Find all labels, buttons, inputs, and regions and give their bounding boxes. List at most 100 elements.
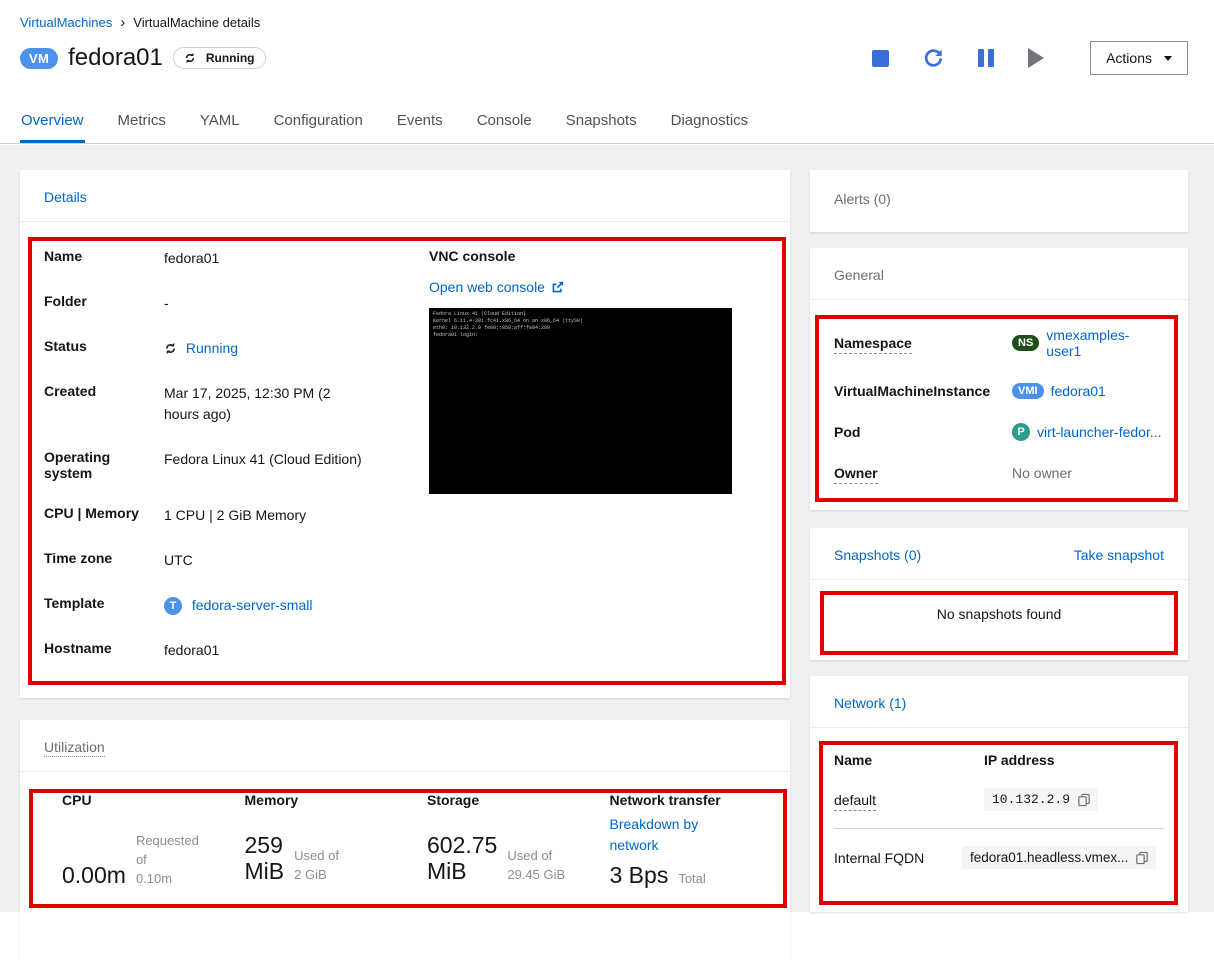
details-card-title[interactable]: Details [44, 189, 87, 205]
network-row-fqdn: Internal FQDN fedora01.headless.vmex... [834, 846, 1164, 869]
snapshots-empty-message: No snapshots found [936, 606, 1062, 622]
stop-button[interactable] [872, 49, 890, 67]
ip-address-value: 10.132.2.9 [992, 792, 1071, 807]
memory-value: 259 MiB [244, 832, 285, 885]
pod-link[interactable]: virt-launcher-fedor... [1037, 424, 1162, 440]
cpu-requested: 0.10m [135, 870, 173, 886]
restart-button[interactable] [923, 48, 944, 69]
alerts-card-title[interactable]: Alerts (0) [834, 191, 891, 207]
general-row-pod: Pod P virt-launcher-fedor... [834, 423, 1162, 441]
network-row-divider [834, 828, 1164, 829]
actions-dropdown-button[interactable]: Actions [1090, 41, 1188, 75]
breadcrumb-chevron-icon: › [120, 14, 126, 31]
general-row-owner: Owner No owner [834, 465, 1164, 484]
vnc-console-section: VNC console Open web console Fedora Linu… [429, 248, 732, 685]
network-transfer-value: 3 Bps [609, 862, 669, 888]
metric-network-transfer: Network transfer Breakdown by network 3 … [588, 792, 771, 889]
status-running-link[interactable]: Running [186, 340, 238, 356]
details-body: Name fedora01 Folder - Status Running Cr… [20, 222, 790, 685]
sync-icon [185, 52, 194, 64]
start-button[interactable] [1028, 48, 1045, 68]
status-badge-label: Running [205, 51, 255, 65]
snapshots-card-title[interactable]: Snapshots (0) [834, 547, 921, 563]
left-column: Details Name fedora01 Folder - Status Ru… [20, 170, 790, 960]
tab-events[interactable]: Events [396, 99, 444, 143]
metric-storage: Storage 602.75 MiB Used of 29.45 GiB [427, 792, 566, 885]
vnc-console-screen[interactable]: Fedora Linux 41 (Cloud Edition) Kernel 6… [429, 308, 732, 494]
detail-row-os: Operating system Fedora Linux 41 (Cloud … [44, 449, 362, 481]
tab-bar: Overview Metrics YAML Configuration Even… [0, 99, 1214, 144]
template-badge-icon: T [164, 597, 182, 616]
alerts-card: Alerts (0) [810, 170, 1188, 232]
general-row-vmi: VirtualMachineInstance VMI fedora01 [834, 383, 1106, 399]
owner-value: No owner [1012, 465, 1072, 481]
network-name-default: default [834, 791, 877, 811]
chevron-down-icon [1164, 55, 1172, 61]
page-title: fedora01 [68, 44, 163, 71]
metric-memory: Memory 259 MiB Used of 2 GiB [244, 792, 339, 885]
tab-diagnostics[interactable]: Diagnostics [670, 99, 750, 143]
network-row-default: default 10.132.2.9 [834, 788, 1164, 811]
utilization-title: Utilization [44, 739, 105, 757]
details-card: Details Name fedora01 Folder - Status Ru… [20, 170, 790, 698]
general-card: General Namespace NS vmexamples-user1 Vi… [810, 248, 1188, 510]
tab-console[interactable]: Console [476, 99, 533, 143]
internal-fqdn-value: fedora01.headless.vmex... [970, 850, 1129, 865]
vmi-link[interactable]: fedora01 [1051, 383, 1106, 399]
pause-icon [978, 49, 995, 67]
detail-row-created: Created Mar 17, 2025, 12:30 PM (2 hours … [44, 383, 331, 422]
metric-cpu: CPU 0.00m Requested of 0.10m [62, 792, 199, 889]
breadcrumb-current: VirtualMachine details [133, 15, 261, 30]
tab-configuration[interactable]: Configuration [273, 99, 364, 143]
tab-yaml[interactable]: YAML [199, 99, 241, 143]
pause-button[interactable] [978, 49, 995, 67]
copy-icon[interactable] [1078, 793, 1090, 807]
pod-badge-icon: P [1012, 423, 1030, 441]
memory-total: 2 GiB [294, 867, 327, 883]
tab-snapshots[interactable]: Snapshots [565, 99, 638, 143]
storage-total: 29.45 GiB [507, 867, 566, 883]
network-table-header: Name IP address [834, 752, 1055, 768]
detail-row-cpu-memory: CPU | Memory 1 CPU | 2 GiB Memory [44, 505, 307, 523]
cpu-value: 0.00m [62, 862, 126, 889]
page-header: VirtualMachines › VirtualMachine details… [0, 0, 1214, 75]
vm-resource-badge: VM [20, 47, 59, 69]
template-link[interactable]: fedora-server-small [192, 597, 313, 613]
detail-row-hostname: Hostname fedora01 [44, 640, 220, 658]
vnc-console-heading: VNC console [429, 248, 516, 264]
network-card: Network (1) Name IP address default 10.1… [810, 676, 1188, 912]
snapshots-card: Snapshots (0) Take snapshot No snapshots… [810, 528, 1188, 660]
actions-dropdown-label: Actions [1106, 50, 1152, 66]
breakdown-by-network-link[interactable]: Breakdown by network [610, 814, 771, 856]
detail-row-status: Status Running [44, 338, 239, 356]
detail-row-template: Template T fedora-server-small [44, 595, 406, 616]
network-card-title[interactable]: Network (1) [834, 695, 906, 711]
play-icon [1028, 48, 1045, 68]
storage-value: 602.75 MiB [427, 832, 498, 885]
utilization-body: CPU 0.00m Requested of 0.10m Memory 259 … [20, 772, 790, 889]
header-actions: Actions [872, 41, 1188, 75]
network-body: Name IP address default 10.132.2.9 Inter… [810, 728, 1188, 869]
open-web-console-link[interactable]: Open web console [429, 279, 564, 295]
detail-row-timezone: Time zone UTC [44, 550, 193, 568]
utilization-card: Utilization CPU 0.00m Requested of 0.10m [20, 720, 790, 960]
overview-content: Details Name fedora01 Folder - Status Ru… [0, 145, 1214, 960]
right-column: Alerts (0) General Namespace NS vmexampl… [810, 170, 1188, 912]
details-list: Name fedora01 Folder - Status Running Cr… [44, 248, 406, 685]
breadcrumb: VirtualMachines › VirtualMachine details [20, 15, 1188, 30]
sync-icon [166, 342, 175, 355]
namespace-link[interactable]: vmexamples-user1 [1046, 327, 1164, 359]
copy-icon[interactable] [1136, 851, 1149, 865]
tab-overview[interactable]: Overview [20, 99, 85, 143]
detail-row-folder: Folder - [44, 293, 169, 311]
take-snapshot-button[interactable]: Take snapshot [1074, 547, 1164, 563]
general-card-title: General [810, 248, 1188, 300]
namespace-badge-icon: NS [1012, 335, 1040, 351]
breadcrumb-virtualmachines-link[interactable]: VirtualMachines [20, 15, 112, 30]
vmi-badge-icon: VMI [1012, 383, 1044, 399]
tab-metrics[interactable]: Metrics [117, 99, 167, 143]
restart-icon [924, 48, 943, 67]
general-body: Namespace NS vmexamples-user1 VirtualMac… [810, 300, 1188, 484]
title-row: VM fedora01 Running Actions [20, 41, 1188, 75]
external-link-icon [552, 281, 564, 292]
